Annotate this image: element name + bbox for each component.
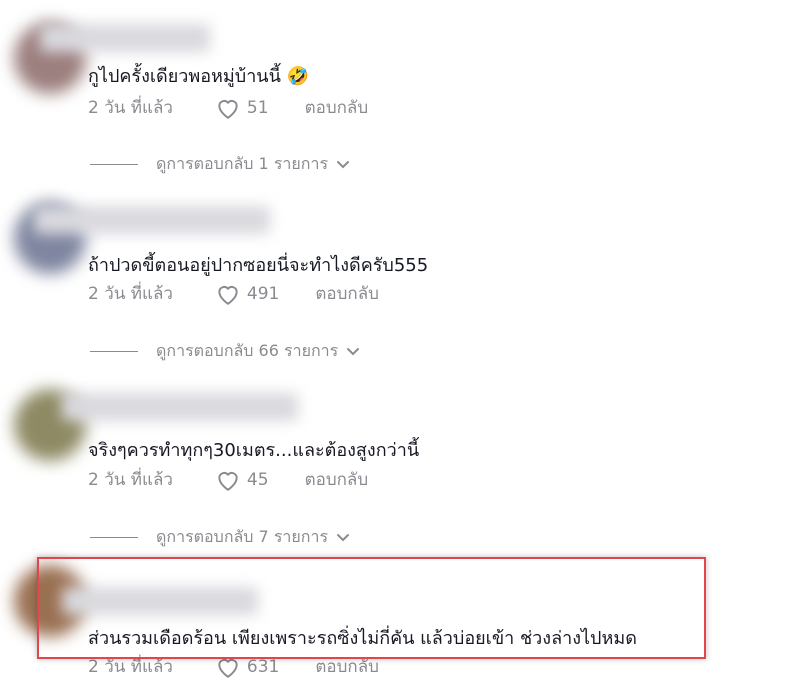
reply-button[interactable]: ตอบกลับ (315, 280, 379, 307)
comment-time: 2 วัน ที่แล้ว (88, 470, 173, 490)
divider-line (90, 351, 138, 352)
like-button[interactable]: 631 (215, 655, 279, 679)
username-blurred[interactable] (34, 206, 270, 234)
heart-outline-icon (218, 658, 238, 678)
comment-meta: 2 วัน ที่แล้ว 45 ตอบกลับ (88, 466, 368, 493)
chevron-down-icon (347, 347, 360, 355)
like-count: 45 (246, 469, 269, 490)
heart-outline-icon (218, 285, 238, 305)
reply-button[interactable]: ตอบกลับ (315, 653, 379, 680)
comment-item: จริงๆควรทำทุกๆ30เมตร...และต้องสูงกว่านี้… (0, 375, 805, 555)
comment-item: ถ้าปวดขี้ตอนอยู่ปากซอยนี่จะทำไงดีครับ555… (0, 190, 805, 375)
view-replies-button[interactable]: ดูการตอบกลับ 1 รายการ (90, 152, 350, 177)
comment-text: ถ้าปวดขี้ตอนอยู่ปากซอยนี่จะทำไงดีครับ555 (88, 255, 429, 276)
like-count: 51 (246, 97, 269, 118)
view-replies-button[interactable]: ดูการตอบกลับ 66 รายการ (90, 339, 360, 364)
username-blurred[interactable] (62, 393, 298, 421)
comment-meta: 2 วัน ที่แล้ว 491 ตอบกลับ (88, 280, 379, 307)
view-replies-button[interactable]: ดูการตอบกลับ 7 รายการ (90, 525, 350, 550)
like-button[interactable]: 491 (215, 282, 279, 306)
comment-text: ส่วนรวมเดือดร้อน เพียงเพราะรถซิ่งไม่กี่ค… (88, 628, 637, 649)
comment-text: จริงๆควรทำทุกๆ30เมตร...และต้องสูงกว่านี้ (88, 440, 420, 461)
view-replies-label: ดูการตอบกลับ 7 รายการ (156, 527, 329, 546)
comment-meta: 2 วัน ที่แล้ว 51 ตอบกลับ (88, 94, 368, 121)
chevron-down-icon (337, 160, 350, 168)
comment-item: ส่วนรวมเดือดร้อน เพียงเพราะรถซิ่งไม่กี่ค… (0, 555, 805, 679)
reply-button[interactable]: ตอบกลับ (305, 94, 369, 121)
comment-time: 2 วัน ที่แล้ว (88, 98, 173, 118)
reply-button[interactable]: ตอบกลับ (305, 466, 369, 493)
like-count: 491 (246, 283, 280, 304)
like-button[interactable]: 45 (215, 468, 269, 492)
divider-line (90, 164, 138, 165)
view-replies-label: ดูการตอบกลับ 66 รายการ (156, 341, 339, 360)
view-replies-label: ดูการตอบกลับ 1 รายการ (156, 154, 329, 173)
divider-line (90, 537, 138, 538)
chevron-down-icon (337, 533, 350, 541)
comment-item: กูไปครั้งเดียวพอหมู่บ้านนี้ 🤣 2 วัน ที่แ… (0, 0, 805, 190)
comment-time: 2 วัน ที่แล้ว (88, 284, 173, 304)
username-blurred[interactable] (40, 24, 210, 52)
comment-time: 2 วัน ที่แล้ว (88, 657, 173, 677)
username-blurred[interactable] (62, 587, 258, 615)
heart-outline-icon (218, 99, 238, 119)
like-button[interactable]: 51 (215, 96, 269, 120)
comment-text: กูไปครั้งเดียวพอหมู่บ้านนี้ 🤣 (88, 66, 310, 87)
like-count: 631 (246, 656, 280, 677)
heart-outline-icon (218, 471, 238, 491)
comment-meta: 2 วัน ที่แล้ว 631 ตอบกลับ (88, 653, 379, 680)
